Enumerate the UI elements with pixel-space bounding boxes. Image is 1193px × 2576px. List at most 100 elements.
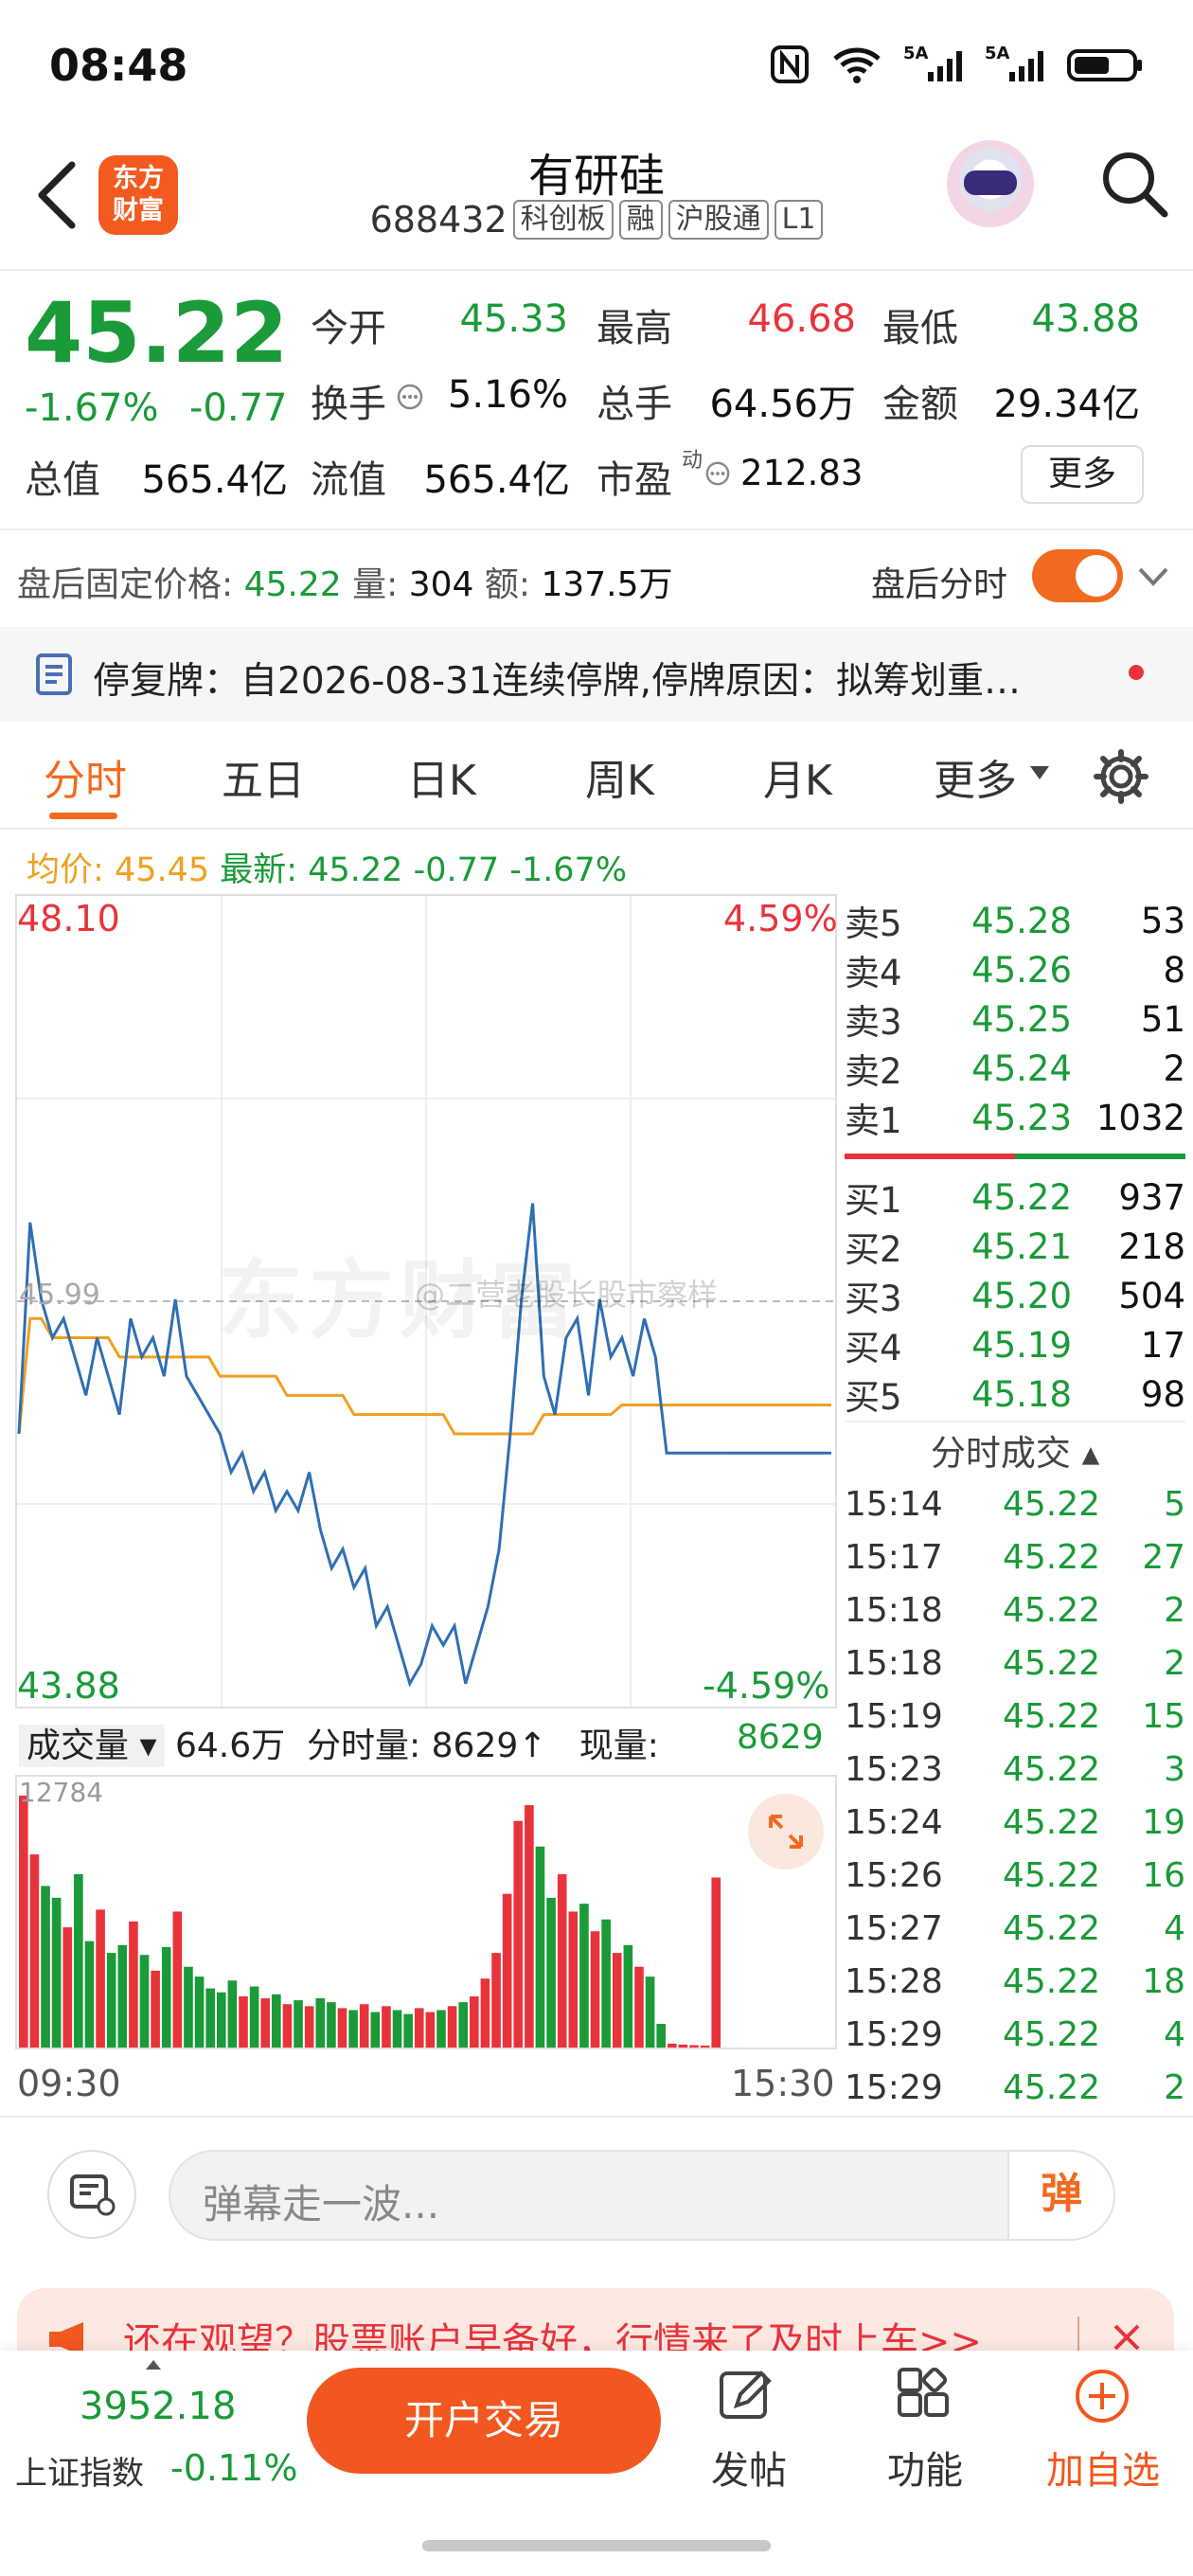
danmaku-toggle-button[interactable]: 弹 xyxy=(1007,2150,1115,2241)
chart-top-pct: 4.59% xyxy=(723,898,838,939)
volume-label: 总手 xyxy=(596,383,672,426)
volume-bar xyxy=(315,1997,326,2048)
tag-level: L1 xyxy=(774,200,824,240)
pe-value: 212.83 xyxy=(740,453,864,493)
tick-row: 15:23 45.22 3 xyxy=(845,1749,1185,1789)
post-label[interactable]: 发帖 xyxy=(678,2440,820,2495)
tab-more[interactable]: 更多 xyxy=(934,746,1017,807)
tick-row: 15:26 45.22 16 xyxy=(845,1855,1185,1895)
volume-chart-svg xyxy=(19,1796,721,2048)
bid-row: 买4 45.19 17 xyxy=(845,1324,1185,1369)
weibo-watermark: @二营老股长股市察样 xyxy=(415,1277,719,1313)
index-change[interactable]: -0.11% xyxy=(170,2447,297,2489)
divider xyxy=(0,2116,1193,2118)
volume-bar xyxy=(337,2008,347,2048)
volume-bar xyxy=(117,1944,128,2048)
ask-row: 卖2 45.24 2 xyxy=(845,1047,1185,1093)
volume-bar xyxy=(194,1977,205,2048)
amount-label: 金额 xyxy=(882,383,958,426)
post-edit-icon[interactable] xyxy=(716,2366,776,2426)
divider xyxy=(0,528,1193,530)
promo-divider xyxy=(1077,2317,1079,2354)
tab-weekly-k[interactable]: 周K xyxy=(585,746,654,807)
caret-down-icon[interactable] xyxy=(1028,763,1051,782)
volume-bar xyxy=(29,1854,40,2048)
volume-bar xyxy=(678,2044,688,2048)
tick-row: 15:18 45.22 2 xyxy=(845,1643,1185,1683)
search-icon[interactable] xyxy=(1098,148,1170,220)
volume-bar xyxy=(557,1873,567,2048)
volume-chart[interactable] xyxy=(15,1775,837,2049)
turnover-value: 5.16% xyxy=(447,373,568,417)
bid-row: 买1 45.22 937 xyxy=(845,1176,1185,1222)
more-button[interactable]: 更多 xyxy=(1021,445,1144,504)
volume-bar xyxy=(370,2012,381,2048)
volume-bar xyxy=(294,2000,303,2048)
add-watchlist-label[interactable]: 加自选 xyxy=(1032,2440,1174,2495)
close-icon[interactable] xyxy=(1110,2320,1144,2354)
volume-bar xyxy=(513,1820,524,2048)
float-value: 565.4亿 xyxy=(423,458,570,502)
tab-intraday[interactable]: 分时 xyxy=(44,746,127,807)
volume-selector[interactable]: 成交量 ▾ xyxy=(19,1725,165,1767)
function-label[interactable]: 功能 xyxy=(854,2440,996,2495)
signal-icon-2: 5A xyxy=(985,44,1043,81)
index-expand-caret-icon[interactable] xyxy=(144,2358,163,2371)
notice-unread-dot xyxy=(1129,665,1144,680)
amount-value: 29.34亿 xyxy=(993,383,1140,426)
settings-gear-icon[interactable] xyxy=(1091,746,1151,807)
robot-face xyxy=(964,170,1017,195)
mcap-value: 565.4亿 xyxy=(141,458,288,502)
volume-bar xyxy=(62,1927,73,2048)
open-account-trade-button[interactable]: 开户交易 xyxy=(307,2368,661,2474)
index-value[interactable]: 3952.18 xyxy=(80,2385,236,2428)
chart-top-price: 48.10 xyxy=(17,898,120,939)
volume-bar xyxy=(359,2004,369,2048)
volume-bar xyxy=(205,1988,215,2048)
nfc-icon xyxy=(771,45,809,83)
volume-bar xyxy=(414,2008,424,2048)
status-icons: 5A 5A xyxy=(769,44,1144,85)
current-price: 45.22 xyxy=(25,284,289,382)
svg-text:5A: 5A xyxy=(985,44,1010,63)
bid-row: 买2 45.21 218 xyxy=(845,1225,1185,1271)
tick-row: 15:29 45.22 2 xyxy=(845,2067,1185,2107)
tab-daily-k[interactable]: 日K xyxy=(407,746,476,807)
volume-bar xyxy=(139,1955,150,2048)
float-label: 流值 xyxy=(311,458,386,502)
current-volume: 8629 xyxy=(737,1718,824,1757)
pe-info-icon[interactable] xyxy=(704,460,731,487)
tag-connect: 沪股通 xyxy=(668,200,769,240)
volume-bar xyxy=(470,1995,479,2048)
index-name[interactable]: 上证指数 xyxy=(15,2447,144,2494)
time-start: 09:30 xyxy=(17,2063,121,2104)
function-grid-icon[interactable] xyxy=(894,2366,954,2426)
volume-bar xyxy=(458,2002,469,2048)
chevron-down-icon[interactable] xyxy=(1136,564,1170,589)
volume-bar xyxy=(436,2010,446,2048)
volume-bar xyxy=(151,1970,160,2048)
ask-row: 卖3 45.25 51 xyxy=(845,998,1185,1044)
status-time: 08:48 xyxy=(49,40,188,91)
volume-bar xyxy=(282,2004,293,2048)
volume-bar xyxy=(260,1997,271,2048)
volume-bar xyxy=(711,1877,721,2048)
volume-bar xyxy=(96,1909,105,2048)
tick-row: 15:24 45.22 19 xyxy=(845,1802,1185,1842)
bid-row: 买5 45.18 98 xyxy=(845,1373,1185,1419)
chart-bottom-pct: -4.59% xyxy=(703,1665,830,1707)
volume-bar xyxy=(447,2006,457,2048)
volume-bar xyxy=(491,1953,501,2048)
add-watchlist-icon[interactable] xyxy=(1072,2366,1132,2426)
volume-bar xyxy=(304,2006,314,2048)
mcap-label: 总值 xyxy=(25,458,100,502)
tab-five-day[interactable]: 五日 xyxy=(222,746,305,807)
bid-row: 买3 45.20 504 xyxy=(845,1275,1185,1320)
info-icon[interactable] xyxy=(396,383,424,411)
volume-bar xyxy=(568,1911,579,2048)
order-book-separator xyxy=(845,1154,1185,1159)
volume-bar xyxy=(51,1897,62,2048)
volume-bar xyxy=(689,2045,699,2048)
ticks-title[interactable]: 分时成交 ▴ xyxy=(845,1424,1185,1476)
tab-monthly-k[interactable]: 月K xyxy=(763,746,832,807)
